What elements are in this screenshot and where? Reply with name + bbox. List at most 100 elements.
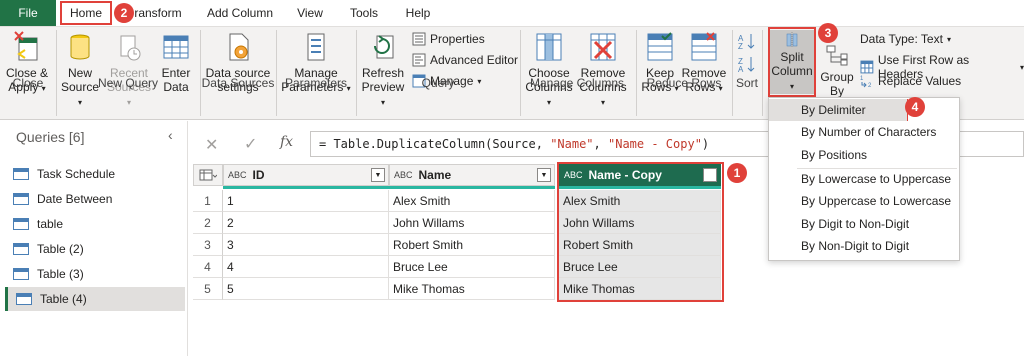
table-cell[interactable]: 4 <box>223 256 389 278</box>
tab-file[interactable]: File <box>0 0 56 26</box>
new-source-button[interactable]: New Source ▾ <box>58 30 102 110</box>
name-copy-column-highlight <box>557 162 724 302</box>
sort-ascending-icon[interactable]: AZ <box>738 32 756 53</box>
query-item-label: Table (3) <box>37 267 84 281</box>
formula-text: = Table.DuplicateColumn(Source, "Name", … <box>319 137 709 151</box>
split-column-button[interactable]: Split Column ▾ <box>770 30 814 94</box>
ribbon-divider <box>276 30 277 116</box>
row-number[interactable]: 5 <box>193 278 223 300</box>
choose-columns-button[interactable]: Choose Columns ▾ <box>524 30 574 110</box>
column-header-label: Name <box>418 168 452 182</box>
menu-item-lowercase-to-uppercase[interactable]: By Lowercase to Uppercase <box>769 168 959 190</box>
tab-tools[interactable]: Tools <box>342 0 386 26</box>
table-icon <box>13 268 29 280</box>
query-item-selected[interactable]: Table (4) <box>5 287 185 311</box>
remove-rows-icon <box>691 32 717 61</box>
table-cell[interactable]: 3 <box>223 234 389 256</box>
group-label-reduce-rows: Reduce Rows <box>646 76 722 90</box>
menu-item-by-number-of-characters[interactable]: By Number of Characters <box>769 121 959 143</box>
remove-columns-button[interactable]: Remove Columns ▾ <box>576 30 630 110</box>
menu-item-digit-to-non-digit[interactable]: By Digit to Non-Digit <box>769 213 959 235</box>
menu-item-by-delimiter[interactable]: By Delimiter <box>769 99 907 121</box>
group-label-query: Query <box>421 76 455 90</box>
menu-item-non-digit-to-digit[interactable]: By Non-Digit to Digit <box>769 235 959 257</box>
column-filter-button[interactable]: ▼ <box>537 168 551 182</box>
refresh-preview-button[interactable]: Refresh Preview ▾ <box>358 30 408 110</box>
query-item[interactable]: Table (3) <box>5 262 185 286</box>
fx-icon[interactable]: fx <box>280 134 293 150</box>
svg-text:1: 1 <box>860 76 864 82</box>
data-type-dropdown[interactable]: Data Type: Text ▾ <box>860 32 951 46</box>
recent-sources-icon <box>120 35 141 61</box>
formula-string-literal: "Name - Copy" <box>608 137 702 151</box>
formula-segment: = Table.DuplicateColumn(Source, <box>319 137 551 151</box>
properties-button[interactable]: Properties <box>412 32 485 46</box>
tab-view[interactable]: View <box>290 0 330 26</box>
table-icon <box>13 218 29 230</box>
replace-values-label: Replace Values <box>878 74 962 88</box>
table-menu-button[interactable] <box>193 164 223 186</box>
commit-formula-icon[interactable]: ✓ <box>244 134 257 154</box>
query-item-label: Date Between <box>37 192 113 206</box>
recent-sources-button[interactable]: Recent Sources ▾ <box>104 30 154 110</box>
type-abc-icon: ABC <box>394 170 413 180</box>
query-item[interactable]: table <box>5 212 185 236</box>
query-item[interactable]: Table (2) <box>5 237 185 261</box>
table-cell[interactable]: 2 <box>223 212 389 234</box>
svg-text:A: A <box>738 65 744 73</box>
cancel-formula-icon[interactable]: ✕ <box>205 135 218 155</box>
split-column-menu: By Delimiter By Number of Characters By … <box>768 97 960 261</box>
group-label-sort: Sort <box>735 76 758 90</box>
replace-values-button[interactable]: 12 Replace Values <box>860 74 961 88</box>
sort-descending-icon[interactable]: ZA <box>738 55 756 76</box>
type-abc-icon: ABC <box>228 170 247 180</box>
tab-home[interactable]: Home <box>60 1 112 25</box>
group-label-close: Close <box>12 76 44 90</box>
refresh-icon <box>374 35 394 59</box>
group-by-button[interactable]: Group By <box>818 44 856 98</box>
menu-item-uppercase-to-lowercase[interactable]: By Uppercase to Lowercase <box>769 190 959 212</box>
tab-transform[interactable]: ransform <box>130 0 186 26</box>
split-column-label-2: Column ▾ <box>771 64 813 91</box>
column-header-name[interactable]: ABC Name ▼ <box>389 164 555 186</box>
column-filter-button[interactable]: ▼ <box>371 168 385 182</box>
column-header-id[interactable]: ABC ID ▼ <box>223 164 389 186</box>
query-item[interactable]: Task Schedule <box>5 162 185 186</box>
query-item[interactable]: Date Between <box>5 187 185 211</box>
query-item-label: Task Schedule <box>37 167 116 181</box>
query-item-label: Table (2) <box>37 242 84 256</box>
table-menu-icon <box>199 169 217 181</box>
table-cell[interactable]: 1 <box>223 190 389 212</box>
table-cell[interactable]: 5 <box>223 278 389 300</box>
group-by-label-1: Group <box>820 70 854 84</box>
row-number[interactable]: 2 <box>193 212 223 234</box>
svg-text:2: 2 <box>868 83 872 88</box>
table-cell[interactable]: Mike Thomas <box>389 278 555 300</box>
table-icon <box>13 193 29 205</box>
annotation-badge-2: 2 <box>114 3 134 23</box>
row-number[interactable]: 1 <box>193 190 223 212</box>
advanced-editor-button[interactable]: Advanced Editor <box>412 53 518 67</box>
properties-label: Properties <box>430 32 485 46</box>
table-cell[interactable]: John Willams <box>389 212 555 234</box>
table-cell[interactable]: Alex Smith <box>389 190 555 212</box>
query-item-label: Table (4) <box>40 292 87 306</box>
tab-add-column[interactable]: Add Column <box>200 0 280 26</box>
advanced-editor-label: Advanced Editor <box>430 53 519 67</box>
group-label-data-sources: Data Sources <box>201 76 275 90</box>
annotation-badge-3: 3 <box>818 23 838 43</box>
column-quality-bar <box>223 186 555 189</box>
table-cell[interactable]: Robert Smith <box>389 234 555 256</box>
replace-values-icon: 12 <box>860 76 872 88</box>
table-cell[interactable]: Bruce Lee <box>389 256 555 278</box>
collapse-panel-icon[interactable]: ‹ <box>168 127 173 143</box>
ribbon-divider <box>732 30 733 116</box>
row-number[interactable]: 3 <box>193 234 223 256</box>
menu-item-by-positions[interactable]: By Positions <box>769 144 959 166</box>
tab-help[interactable]: Help <box>398 0 438 26</box>
properties-icon <box>412 32 426 46</box>
queries-panel: Queries [6] ‹ Task Schedule Date Between… <box>0 121 187 356</box>
row-number[interactable]: 4 <box>193 256 223 278</box>
settings-document-icon <box>229 33 249 61</box>
panel-divider <box>187 121 188 356</box>
